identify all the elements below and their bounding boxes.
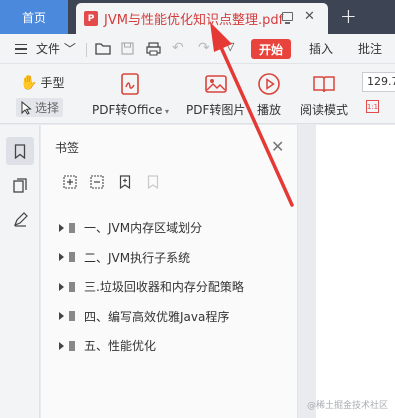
close-tab-icon[interactable]: ✕ xyxy=(304,9,315,24)
print-icon[interactable] xyxy=(146,42,161,56)
pdf-to-image-button[interactable]: PDF转图片 xyxy=(186,72,245,118)
expand-arrow-icon[interactable] xyxy=(59,341,64,350)
read-mode-button[interactable]: 阅读模式 xyxy=(300,72,348,118)
close-icon[interactable]: ✕ xyxy=(271,137,284,156)
hand-icon: ✋ xyxy=(20,74,38,91)
cursor-icon xyxy=(21,100,32,115)
pages-icon xyxy=(13,177,27,193)
insert-tab[interactable]: 插入 xyxy=(309,40,333,57)
bookmark-list: 一、JVM内存区域划分 二、JVM执行子系统 三.垃圾回收器和内存分配策略 四、… xyxy=(59,213,294,361)
select-tool[interactable]: 选择 xyxy=(16,98,64,117)
book-icon xyxy=(313,76,335,93)
bookmark-item[interactable]: 二、JVM执行子系统 xyxy=(59,243,294,273)
expand-arrow-icon[interactable] xyxy=(59,282,64,291)
play-icon xyxy=(258,73,280,95)
pdf-to-office-button[interactable]: PDF转Office ▾ xyxy=(92,72,169,118)
pdf-convert-icon xyxy=(121,73,140,95)
undo-icon[interactable]: ↶ xyxy=(172,40,184,56)
bookmark-flag-icon xyxy=(69,252,75,263)
bookmark-panel-button[interactable] xyxy=(6,137,34,165)
home-tab[interactable]: 首页 xyxy=(0,0,68,34)
bookmark-panel: 书签 ✕ 一、JVM内存区域划分 二、JVM执行子系统 三.垃圾回收器和内存分配… xyxy=(41,125,298,418)
bookmark-item[interactable]: 一、JVM内存区域划分 xyxy=(59,213,294,243)
document-tab-title: JVM与性能优化知识点整理.pdf xyxy=(104,13,284,28)
bookmark-flag-icon xyxy=(69,311,75,322)
expand-arrow-icon[interactable] xyxy=(59,253,64,262)
file-menu[interactable]: 文件 ﹀ xyxy=(36,40,76,57)
dropdown-icon[interactable]: ▽ xyxy=(226,40,234,53)
bookmark-item[interactable]: 五、性能优化 xyxy=(59,331,294,361)
zoom-input[interactable]: 129.7 xyxy=(362,72,395,92)
menu-bar: 文件 ﹀ ↶ ↷ ▽ 开始 插入 批注 xyxy=(0,34,395,64)
delete-bookmark-icon[interactable] xyxy=(146,175,160,189)
ribbon-toolbar: ✋ 手型 选择 PDF转Office ▾ PDF转图片 播放 阅读模式 129.… xyxy=(0,64,395,124)
fit-page-icon[interactable]: 1:1 xyxy=(366,100,379,113)
hamburger-menu-icon[interactable] xyxy=(15,44,27,54)
expand-arrow-icon[interactable] xyxy=(59,223,64,232)
pdf-icon: P xyxy=(84,11,98,26)
bookmark-item[interactable]: 四、编写高效优雅Java程序 xyxy=(59,302,294,332)
side-icon-strip xyxy=(0,125,40,418)
document-tab[interactable]: P JVM与性能优化知识点整理.pdf ✕ xyxy=(76,3,328,34)
open-folder-icon[interactable] xyxy=(95,42,111,55)
bookmark-item[interactable]: 三.垃圾回收器和内存分配策略 xyxy=(59,272,294,302)
start-tab[interactable]: 开始 xyxy=(251,39,291,59)
annotate-tab[interactable]: 批注 xyxy=(358,40,382,57)
monitor-icon[interactable] xyxy=(282,12,293,24)
pen-icon xyxy=(13,211,28,227)
bookmark-icon xyxy=(14,143,26,159)
bookmark-flag-icon xyxy=(69,340,75,351)
thumbnail-panel-button[interactable] xyxy=(6,171,34,199)
bookmark-flag-icon xyxy=(69,222,75,233)
title-bar: 首页 P JVM与性能优化知识点整理.pdf ✕ + xyxy=(0,0,395,34)
expand-arrow-icon[interactable] xyxy=(59,312,64,321)
hand-tool[interactable]: ✋ 手型 xyxy=(20,74,64,91)
expand-all-icon[interactable] xyxy=(63,175,77,189)
add-bookmark-icon[interactable] xyxy=(118,175,132,189)
annotation-panel-button[interactable] xyxy=(6,205,34,233)
bookmark-flag-icon xyxy=(69,281,75,292)
watermark: @稀土掘金技术社区 xyxy=(307,401,389,411)
image-icon xyxy=(204,75,227,93)
document-page[interactable] xyxy=(316,125,395,418)
new-tab-button[interactable]: + xyxy=(340,4,357,28)
collapse-all-icon[interactable] xyxy=(90,175,104,189)
save-icon[interactable] xyxy=(121,42,134,55)
bookmark-panel-title: 书签 xyxy=(55,141,80,155)
play-button[interactable]: 播放 xyxy=(257,72,281,118)
redo-icon[interactable]: ↷ xyxy=(198,40,210,56)
